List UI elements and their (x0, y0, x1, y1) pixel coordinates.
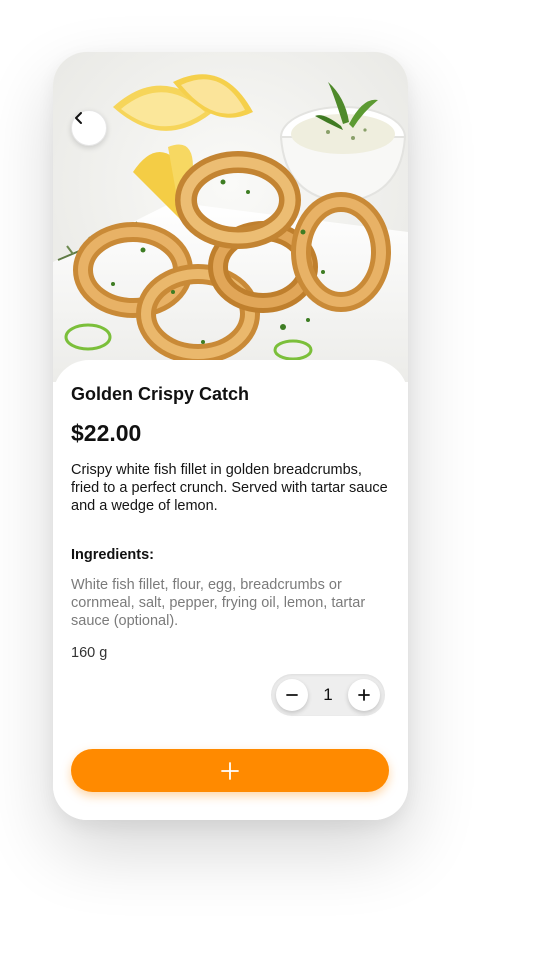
product-card: Golden Crispy Catch $22.00 Crispy white … (53, 52, 408, 820)
product-details: Golden Crispy Catch $22.00 Crispy white … (53, 360, 408, 820)
plus-icon (221, 761, 239, 780)
add-to-cart-button[interactable] (71, 749, 389, 792)
quantity-value: 1 (323, 685, 333, 704)
ingredients-heading: Ingredients: (71, 547, 154, 563)
increase-quantity-button[interactable] (348, 679, 380, 711)
decrease-quantity-button[interactable] (276, 679, 308, 711)
plus-icon (358, 689, 370, 701)
quantity-stepper: 1 (271, 674, 385, 716)
product-weight: 160 g (71, 645, 108, 661)
fried-rings-photo (53, 52, 408, 382)
product-description: Crispy white fish fillet in golden bread… (71, 462, 388, 514)
chevron-left-icon (75, 112, 82, 124)
ingredients-list: White fish fillet, flour, egg, breadcrum… (71, 577, 366, 629)
minus-icon (286, 694, 298, 696)
back-button[interactable] (71, 110, 107, 146)
product-image (53, 52, 408, 382)
product-price: $22.00 (71, 420, 142, 446)
product-title: Golden Crispy Catch (71, 384, 250, 404)
